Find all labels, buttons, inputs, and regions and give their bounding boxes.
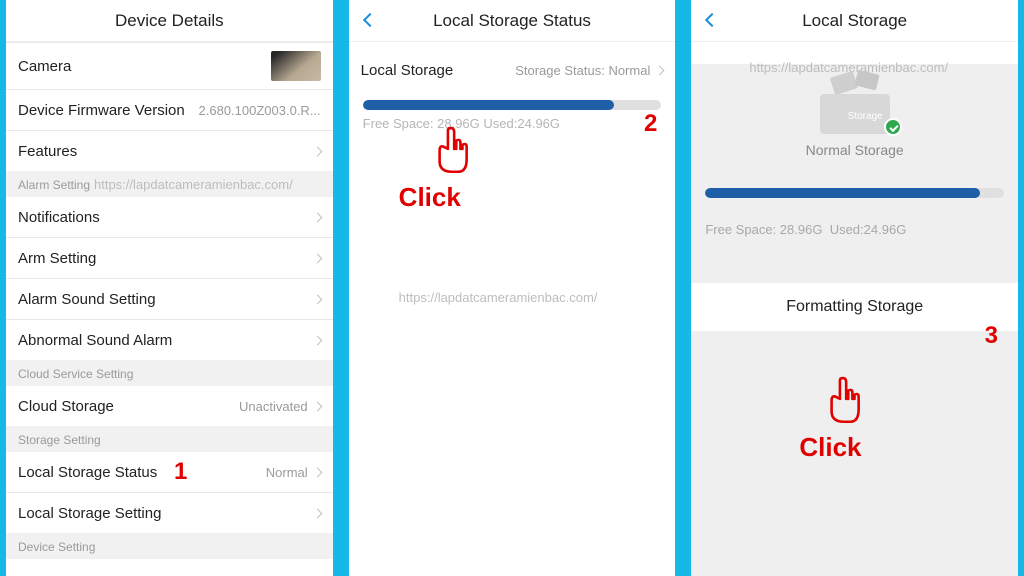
annotation-step-1: 1 [174, 458, 187, 486]
panel-local-storage: Local Storage https://lapdatcameramienba… [691, 0, 1018, 576]
check-badge-icon [884, 118, 902, 136]
row-local-storage-setting[interactable]: Local Storage Setting [6, 493, 333, 533]
section-device: Device Setting [6, 533, 333, 559]
header: Device Details [6, 0, 333, 42]
section-alarm: Alarm Setting https://lapdatcameramienba… [6, 171, 333, 197]
annotation-step-2: 2 [644, 110, 657, 138]
chevron-right-icon [312, 508, 322, 518]
storage-usage-text: Free Space: 28.96G Used:24.96G [349, 116, 676, 131]
row-features[interactable]: Features [6, 131, 333, 171]
section-storage: Storage Setting [6, 426, 333, 452]
page-title: Local Storage Status [433, 11, 591, 31]
row-notifications[interactable]: Notifications [6, 197, 333, 237]
chevron-right-icon [312, 253, 322, 263]
annotation-click: Click [399, 182, 461, 213]
chevron-right-icon [312, 146, 322, 156]
storage-progress-bar [363, 100, 662, 110]
chevron-right-icon [312, 335, 322, 345]
formatting-storage-button[interactable]: Formatting Storage [691, 283, 1018, 331]
row-alarm-sound[interactable]: Alarm Sound Setting [6, 279, 333, 319]
pointer-hand-icon [429, 126, 471, 178]
back-button[interactable] [701, 8, 725, 32]
row-local-storage-status[interactable]: Local Storage Status 1 Normal [6, 452, 333, 492]
watermark: https://lapdatcameramienbac.com/ [399, 290, 598, 305]
camera-label: Camera [18, 58, 71, 75]
chevron-left-icon [363, 13, 377, 27]
row-firmware[interactable]: Device Firmware Version 2.680.100Z003.0.… [6, 90, 333, 130]
storage-status-text: Normal Storage [691, 142, 1018, 158]
chevron-right-icon [655, 65, 665, 75]
page-title: Device Details [115, 11, 224, 31]
watermark: https://lapdatcameramienbac.com/ [94, 177, 293, 192]
header: Local Storage Status [349, 0, 676, 42]
annotation-click: Click [799, 432, 861, 463]
row-local-storage[interactable]: Local Storage Storage Status: Normal [349, 50, 676, 90]
row-abnormal-sound[interactable]: Abnormal Sound Alarm [6, 320, 333, 360]
chevron-left-icon [705, 13, 719, 27]
pointer-hand-icon [821, 376, 863, 428]
chevron-right-icon [312, 401, 322, 411]
chevron-right-icon [312, 467, 322, 477]
header: Local Storage [691, 0, 1018, 42]
storage-usage-text: Free Space: 28.96G Used:24.96G [691, 222, 1018, 237]
back-button[interactable] [359, 8, 383, 32]
chevron-right-icon [312, 212, 322, 222]
features-label: Features [18, 143, 77, 160]
row-arm-setting[interactable]: Arm Setting [6, 238, 333, 278]
storage-progress-fill [705, 188, 980, 198]
chevron-right-icon [312, 294, 322, 304]
section-cloud: Cloud Service Setting [6, 360, 333, 386]
page-title: Local Storage [802, 11, 907, 31]
firmware-label: Device Firmware Version [18, 102, 185, 119]
row-cloud-storage[interactable]: Cloud Storage Unactivated [6, 386, 333, 426]
row-camera[interactable]: Camera [6, 43, 333, 89]
panel-device-details: Device Details Camera Device Firmware Ve… [6, 0, 333, 576]
annotation-step-3: 3 [985, 322, 998, 350]
camera-thumbnail [271, 51, 321, 81]
storage-progress-bar [705, 188, 1004, 198]
storage-box-icon: Storage [810, 64, 900, 134]
storage-progress-fill [363, 100, 614, 110]
panel-local-storage-status: Local Storage Status Local Storage Stora… [349, 0, 676, 576]
firmware-value: 2.680.100Z003.0.R... [199, 103, 321, 118]
